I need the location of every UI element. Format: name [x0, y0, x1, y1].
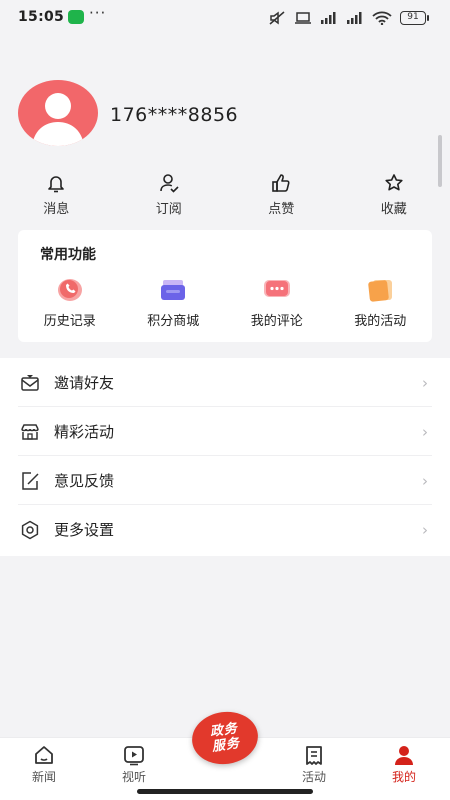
function-label: 我的评论 — [250, 314, 303, 329]
settings-gear-icon — [21, 520, 39, 539]
history-button[interactable]: 历史记录 — [18, 278, 122, 329]
chevron-right-icon: › — [422, 373, 428, 392]
battery-icon: 91 — [400, 11, 429, 25]
quick-label: 收藏 — [380, 202, 407, 217]
chevron-right-icon: › — [422, 471, 428, 490]
menu-label: 更多设置 — [54, 521, 115, 539]
laptop-icon — [295, 12, 311, 24]
user-check-icon — [159, 174, 179, 193]
menu-label: 邀请好友 — [54, 374, 115, 392]
quick-label: 点赞 — [268, 202, 295, 217]
home-icon — [35, 746, 53, 764]
nav-label: 视听 — [121, 770, 146, 784]
points-mall-button[interactable]: 积分商城 — [122, 278, 226, 329]
video-play-icon — [124, 746, 144, 766]
function-label: 历史记录 — [43, 314, 96, 329]
function-label: 积分商城 — [147, 314, 200, 329]
nav-label: 活动 — [301, 770, 326, 784]
wechat-icon — [68, 10, 84, 24]
store-icon — [21, 423, 39, 440]
history-icon — [54, 278, 86, 302]
home-indicator[interactable] — [137, 789, 313, 794]
menu-item-more-settings[interactable]: 更多设置 › — [0, 505, 450, 554]
avatar[interactable] — [18, 80, 98, 146]
menu-item-feedback[interactable]: 意见反馈 › — [0, 456, 450, 505]
menu-item-events[interactable]: 精彩活动 › — [0, 407, 450, 456]
bell-icon — [48, 176, 65, 193]
profile-icon — [395, 746, 413, 765]
thumbs-up-icon — [272, 174, 290, 192]
nav-activities[interactable]: 活动 — [284, 744, 344, 785]
nav-label: 新闻 — [31, 770, 56, 784]
star-icon — [385, 174, 403, 191]
quick-subscribe[interactable]: 订阅 — [113, 172, 226, 220]
quick-likes[interactable]: 点赞 — [225, 172, 338, 220]
status-icons: 91 — [268, 9, 429, 27]
activity-icon — [364, 278, 396, 302]
feedback-edit-icon — [22, 471, 39, 490]
mute-icon — [269, 11, 285, 25]
chevron-right-icon: › — [422, 422, 428, 441]
menu-item-invite-friends[interactable]: 邀请好友 › — [0, 358, 450, 407]
more-dots-icon: ··· — [89, 4, 107, 22]
quick-label: 消息 — [43, 202, 70, 217]
function-label: 我的活动 — [354, 314, 407, 329]
chevron-right-icon: › — [422, 520, 428, 539]
hd-signal-icon — [347, 12, 362, 24]
quick-messages[interactable]: 消息 — [0, 172, 113, 220]
section-title: 常用功能 — [40, 247, 96, 263]
receipt-icon — [306, 746, 322, 765]
settings-menu: 邀请好友 › 精彩活动 › 意见反馈 › 更多设置 › — [0, 358, 450, 556]
status-bar: 15:05 ··· 91 — [0, 0, 450, 36]
status-time: 15:05 — [18, 9, 65, 25]
comment-icon — [261, 278, 293, 302]
menu-label: 精彩活动 — [54, 423, 115, 441]
signal-icon — [321, 12, 336, 24]
nav-label: 我的 — [391, 770, 416, 784]
quick-label: 订阅 — [155, 202, 182, 217]
user-phone[interactable]: 176****8856 — [110, 104, 238, 126]
my-comments-button[interactable]: 我的评论 — [225, 278, 329, 329]
invite-mail-icon — [21, 374, 39, 391]
quick-favorites[interactable]: 收藏 — [338, 172, 450, 220]
my-activities-button[interactable]: 我的活动 — [329, 278, 433, 329]
nav-news[interactable]: 新闻 — [14, 744, 74, 785]
gov-service-line2: 服务 — [211, 736, 241, 755]
nav-mine[interactable]: 我的 — [374, 744, 434, 785]
points-mall-icon — [157, 278, 189, 302]
quick-actions: 消息 订阅 点赞 收藏 — [0, 172, 450, 220]
function-row: 历史记录 积分商城 我的评论 我的活动 — [18, 278, 432, 329]
default-avatar-icon — [32, 93, 84, 146]
wifi-icon — [372, 11, 392, 25]
common-functions-card: 常用功能 历史记录 积分商城 我的评论 我的活动 — [18, 230, 432, 342]
nav-media[interactable]: 视听 — [104, 744, 164, 785]
menu-label: 意见反馈 — [54, 472, 115, 490]
